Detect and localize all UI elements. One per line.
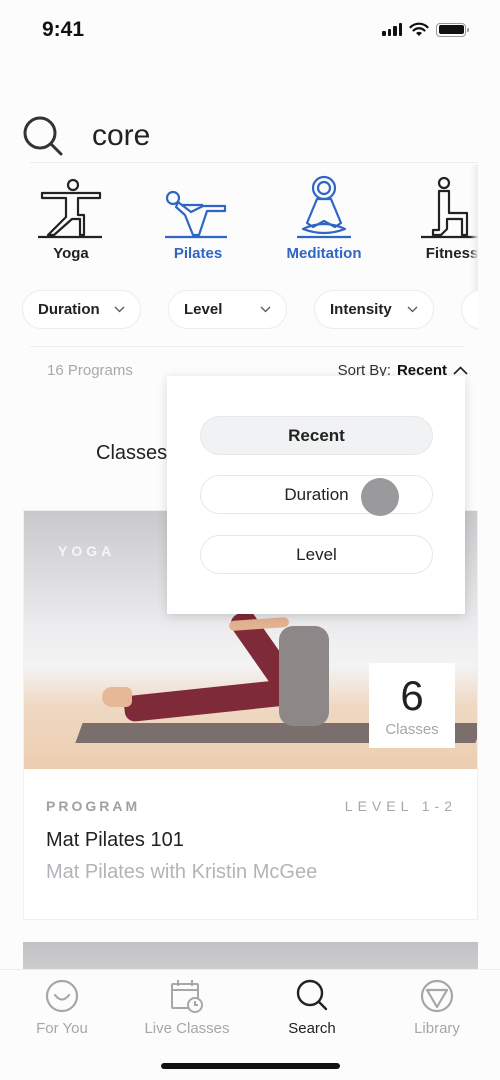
tab-live-classes[interactable]: Live Classes	[127, 978, 247, 1037]
results-count: 16 Programs	[47, 362, 133, 379]
status-time: 9:41	[42, 18, 85, 41]
filter-duration[interactable]: Duration	[22, 290, 141, 329]
card-type: PROGRAM	[46, 798, 141, 814]
calendar-clock-icon	[171, 980, 203, 1013]
wifi-icon	[409, 22, 429, 36]
category-yoga[interactable]: Yoga	[16, 175, 126, 262]
category-label: Meditation	[286, 245, 362, 262]
tab-for-you[interactable]: For You	[2, 978, 122, 1037]
triangle-circle-icon	[420, 979, 454, 1013]
tab-label: Search	[288, 1020, 336, 1037]
filter-more[interactable]	[461, 290, 478, 329]
classes-count: 6	[400, 672, 424, 719]
filter-bar: Duration Level Intensity	[0, 290, 478, 330]
smile-icon	[45, 979, 79, 1013]
battery-icon	[436, 22, 469, 37]
status-bar: 9:41	[0, 0, 500, 60]
chevron-down-icon	[260, 306, 271, 313]
tab-label: For You	[36, 1020, 88, 1037]
home-indicator[interactable]	[161, 1063, 340, 1069]
filter-level[interactable]: Level	[168, 290, 287, 329]
search-input[interactable]	[92, 119, 392, 153]
cellular-signal-icon	[382, 23, 402, 36]
filters-divider	[30, 346, 464, 347]
classes-count-label: Classes	[385, 721, 439, 738]
search-icon	[23, 116, 63, 156]
tab-label: Live Classes	[144, 1020, 230, 1037]
category-fitness[interactable]: Fitness	[397, 175, 478, 262]
category-label: Pilates	[173, 245, 223, 262]
category-badge: YOGA	[58, 543, 116, 559]
card-title: Mat Pilates 101	[46, 829, 184, 851]
search-divider	[30, 162, 478, 163]
category-pilates[interactable]: Pilates	[143, 175, 253, 262]
filter-label: Duration	[38, 301, 100, 318]
sort-option-recent[interactable]: Recent	[200, 416, 433, 455]
sort-option-level[interactable]: Level	[200, 535, 433, 574]
search-icon	[296, 979, 328, 1011]
filter-label: Level	[184, 301, 223, 318]
status-icons	[382, 22, 469, 37]
search-bar	[22, 110, 500, 162]
tab-library[interactable]: Library	[377, 978, 497, 1037]
card-subtitle: Mat Pilates with Kristin McGee	[46, 861, 318, 883]
category-scroller[interactable]: Yoga Pilates Meditation Fitness	[0, 175, 478, 270]
meditation-pose-icon	[297, 175, 351, 239]
chevron-down-icon	[407, 306, 418, 313]
tab-label: Library	[414, 1020, 460, 1037]
tab-classes[interactable]: Classes	[96, 442, 167, 465]
filter-intensity[interactable]: Intensity	[314, 290, 434, 329]
tab-search[interactable]: Search	[252, 978, 372, 1037]
sort-dropdown: Recent Duration Level	[167, 376, 465, 614]
classes-count-box: 6 Classes	[369, 663, 455, 748]
torso-shape	[279, 626, 329, 726]
category-label: Yoga	[53, 245, 89, 262]
touch-indicator	[361, 478, 399, 516]
foot-shape	[102, 687, 132, 707]
chevron-down-icon	[114, 306, 125, 313]
fitness-pose-icon	[421, 176, 478, 239]
pilates-pose-icon	[165, 190, 227, 239]
chevron-up-icon	[453, 366, 468, 375]
filter-label: Intensity	[330, 301, 392, 318]
category-meditation[interactable]: Meditation	[269, 175, 379, 262]
yoga-pose-icon	[38, 178, 102, 239]
card-level: LEVEL 1-2	[344, 798, 457, 814]
